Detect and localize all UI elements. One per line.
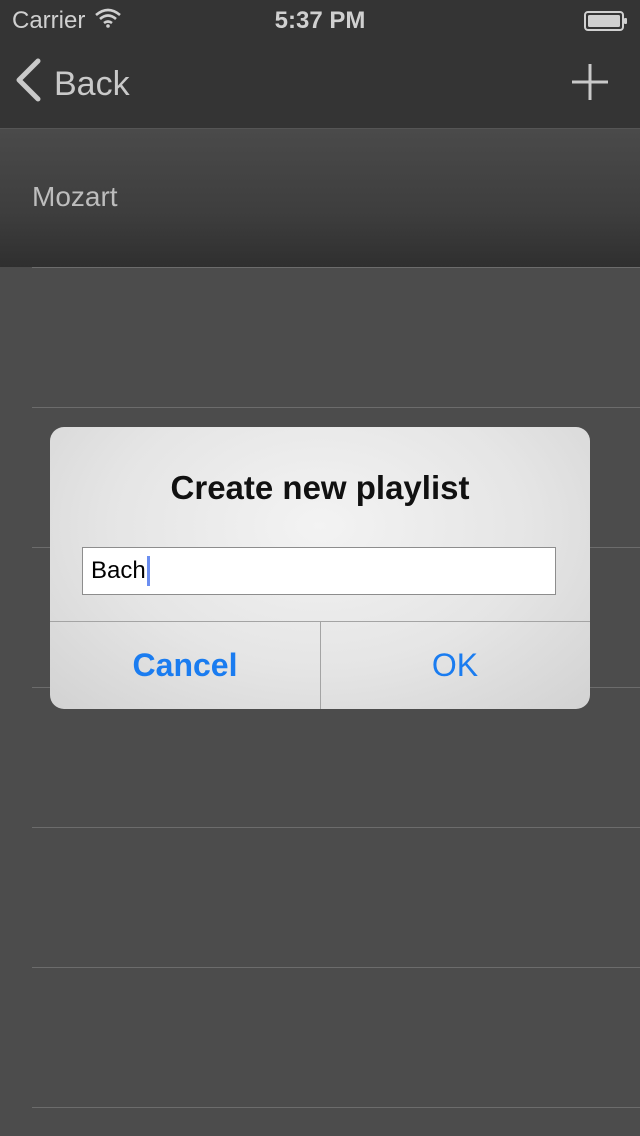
status-bar: Carrier 5:37 PM: [0, 0, 640, 40]
row-separator: [32, 827, 640, 828]
back-label: Back: [54, 64, 130, 103]
add-playlist-button[interactable]: [568, 60, 612, 104]
back-chevron-icon: [14, 58, 42, 111]
battery-icon: [584, 10, 628, 31]
dialog-title: Create new playlist: [170, 469, 470, 506]
row-separator: [32, 267, 640, 268]
screen: Carrier 5:37 PM Back Mozart Create new p…: [0, 0, 640, 1136]
ok-button[interactable]: OK: [320, 622, 590, 709]
create-playlist-dialog: Create new playlist Bach Cancel OK: [50, 427, 590, 709]
row-separator: [32, 967, 640, 968]
plus-icon: [568, 64, 612, 108]
navigation-bar: Back: [0, 40, 640, 128]
status-time: 5:37 PM: [274, 7, 366, 34]
back-button[interactable]: Back: [14, 58, 130, 111]
top-bar: Carrier 5:37 PM Back: [0, 0, 640, 128]
list-item-label: Mozart: [32, 181, 118, 212]
text-cursor: [146, 556, 150, 586]
list-item-selected[interactable]: Mozart: [0, 128, 640, 267]
cancel-button[interactable]: Cancel: [50, 622, 320, 709]
playlist-name-input[interactable]: Bach: [82, 547, 556, 595]
row-separator: [32, 407, 640, 408]
row-separator: [32, 1107, 640, 1108]
playlist-name-value: Bach: [91, 557, 146, 584]
